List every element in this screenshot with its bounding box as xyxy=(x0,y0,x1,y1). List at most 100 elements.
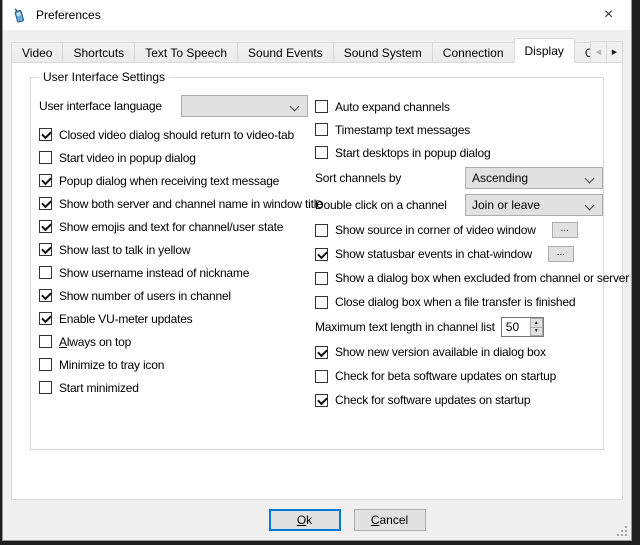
checkbox-label: Show number of users in channel xyxy=(59,289,231,303)
checkbox[interactable] xyxy=(315,123,328,136)
dropdown-label: Double click on a channel xyxy=(315,198,465,212)
checkbox[interactable] xyxy=(39,197,52,210)
cancel-button-label: Cancel xyxy=(371,513,408,527)
dropdown[interactable]: Join or leave xyxy=(465,194,603,216)
tab-scroll-left-button[interactable]: ◀ xyxy=(590,41,607,63)
checkbox[interactable] xyxy=(39,335,52,348)
arrow-up-icon: ▲ xyxy=(534,320,539,326)
checkbox-row[interactable]: Show emojis and text for channel/user st… xyxy=(39,215,315,238)
dropdown[interactable]: Ascending xyxy=(465,167,603,189)
checkbox[interactable] xyxy=(39,174,52,187)
checkbox-row[interactable]: Show source in corner of video window ..… xyxy=(315,218,603,242)
close-button[interactable]: × xyxy=(586,0,631,30)
language-row: User interface language xyxy=(39,95,315,117)
checkbox-row[interactable]: Check for software updates on startup xyxy=(315,388,603,412)
checkbox[interactable] xyxy=(315,346,328,359)
tab-label: Shortcuts xyxy=(73,46,124,60)
checkbox[interactable] xyxy=(39,243,52,256)
checkbox[interactable] xyxy=(39,312,52,325)
tab-scroll-right-button[interactable]: ▶ xyxy=(606,41,623,63)
language-dropdown[interactable] xyxy=(181,95,308,117)
tab-label: Video xyxy=(22,46,52,60)
dropdown-row: Sort channels by Ascending xyxy=(315,164,603,191)
resize-grip[interactable] xyxy=(625,534,627,536)
checkbox-row[interactable]: Enable VU-meter updates xyxy=(39,307,315,330)
checkbox[interactable] xyxy=(39,381,52,394)
right-column: Auto expand channels Timestamp text mess… xyxy=(315,95,603,412)
tab[interactable]: Shortcuts xyxy=(62,42,135,63)
checkbox-row[interactable]: Show statusbar events in chat-window ... xyxy=(315,242,603,266)
tab-strip: Video Shortcuts Text To Speech Sound Eve… xyxy=(11,38,623,63)
checkbox-row[interactable]: Close dialog box when a file transfer is… xyxy=(315,290,603,314)
checkbox-label: Popup dialog when receiving text message xyxy=(59,174,279,188)
checkbox-row[interactable]: Check for beta software updates on start… xyxy=(315,364,603,388)
checkbox-row[interactable]: Show both server and channel name in win… xyxy=(39,192,315,215)
arrow-down-icon: ▼ xyxy=(534,328,539,334)
max-text-length-spinner[interactable]: 50 ▲ ▼ xyxy=(501,317,544,337)
checkbox[interactable] xyxy=(39,266,52,279)
checkbox-label: Closed video dialog should return to vid… xyxy=(59,128,294,142)
checkbox-row[interactable]: Popup dialog when receiving text message xyxy=(39,169,315,192)
checkbox[interactable] xyxy=(39,289,52,302)
checkbox[interactable] xyxy=(39,358,52,371)
checkbox[interactable] xyxy=(315,370,328,383)
checkbox-row[interactable]: Start video in popup dialog xyxy=(39,146,315,169)
max-text-length-label: Maximum text length in channel list xyxy=(315,320,495,334)
checkbox[interactable] xyxy=(315,394,328,407)
checkbox[interactable] xyxy=(315,146,328,159)
checkbox[interactable] xyxy=(39,151,52,164)
tab-scroll-buttons: ◀ ▶ xyxy=(591,41,623,63)
tab[interactable]: Text To Speech xyxy=(134,42,238,63)
cancel-button[interactable]: Cancel xyxy=(354,509,426,531)
checkbox-label: Show statusbar events in chat-window xyxy=(335,247,532,261)
checkbox-label: Always on top xyxy=(59,335,131,349)
checkbox-row[interactable]: Minimize to tray icon xyxy=(39,353,315,376)
chevron-right-icon: ▶ xyxy=(612,48,617,56)
checkbox-row[interactable]: Show username instead of nickname xyxy=(39,261,315,284)
checkbox[interactable] xyxy=(315,296,328,309)
checkbox-row[interactable]: Start minimized xyxy=(39,376,315,399)
user-interface-settings-group: User Interface Settings User interface l… xyxy=(30,77,604,450)
ellipsis-button[interactable]: ... xyxy=(548,246,574,262)
checkbox[interactable] xyxy=(315,224,328,237)
right-bottom-checkbox-list: Show new version available in dialog box… xyxy=(315,340,603,412)
checkbox-row[interactable]: Show a dialog box when excluded from cha… xyxy=(315,266,603,290)
desktop-background: Preferences × Video Shortcuts Text To Sp… xyxy=(0,0,640,545)
checkbox[interactable] xyxy=(315,248,328,261)
checkbox-label: Minimize to tray icon xyxy=(59,358,164,372)
spinner-value: 50 xyxy=(502,318,529,336)
tab-label: Sound Events xyxy=(248,46,323,60)
preferences-dialog: Preferences × Video Shortcuts Text To Sp… xyxy=(2,0,632,541)
checkbox-row[interactable]: Start desktops in popup dialog xyxy=(315,141,603,164)
checkbox-row[interactable]: Show new version available in dialog box xyxy=(315,340,603,364)
checkbox-label: Show source in corner of video window xyxy=(335,223,536,237)
checkbox-row[interactable]: Always on top xyxy=(39,330,315,353)
ellipsis-button[interactable]: ... xyxy=(552,222,578,238)
tab[interactable]: Connection xyxy=(432,42,515,63)
checkbox-row[interactable]: Show number of users in channel xyxy=(39,284,315,307)
tab[interactable]: Video xyxy=(11,42,63,63)
spinner-down-button[interactable]: ▼ xyxy=(530,327,543,337)
checkbox-label: Close dialog box when a file transfer is… xyxy=(335,295,575,309)
window-title: Preferences xyxy=(36,8,101,22)
checkbox-label: Check for software updates on startup xyxy=(335,393,530,407)
left-checkbox-list: Closed video dialog should return to vid… xyxy=(39,123,315,399)
max-text-length-row: Maximum text length in channel list 50 ▲… xyxy=(315,314,603,340)
ok-button[interactable]: Ok xyxy=(269,509,341,531)
checkbox-row[interactable]: Auto expand channels xyxy=(315,95,603,118)
checkbox-row[interactable]: Closed video dialog should return to vid… xyxy=(39,123,315,146)
checkbox[interactable] xyxy=(315,100,328,113)
titlebar[interactable]: Preferences × xyxy=(3,0,631,30)
checkbox[interactable] xyxy=(39,128,52,141)
tab[interactable]: Sound System xyxy=(333,42,433,63)
display-tab-page: User Interface Settings User interface l… xyxy=(11,62,623,500)
checkbox-row[interactable]: Timestamp text messages xyxy=(315,118,603,141)
right-mid-checkbox-list: Show source in corner of video window ..… xyxy=(315,218,603,314)
dropdown-rows: Sort channels by Ascending Double click … xyxy=(315,164,603,218)
checkbox[interactable] xyxy=(315,272,328,285)
checkbox-row[interactable]: Show last to talk in yellow xyxy=(39,238,315,261)
checkbox[interactable] xyxy=(39,220,52,233)
checkbox-label: Show username instead of nickname xyxy=(59,266,249,280)
tab[interactable]: Display xyxy=(514,38,575,63)
tab[interactable]: Sound Events xyxy=(237,42,334,63)
